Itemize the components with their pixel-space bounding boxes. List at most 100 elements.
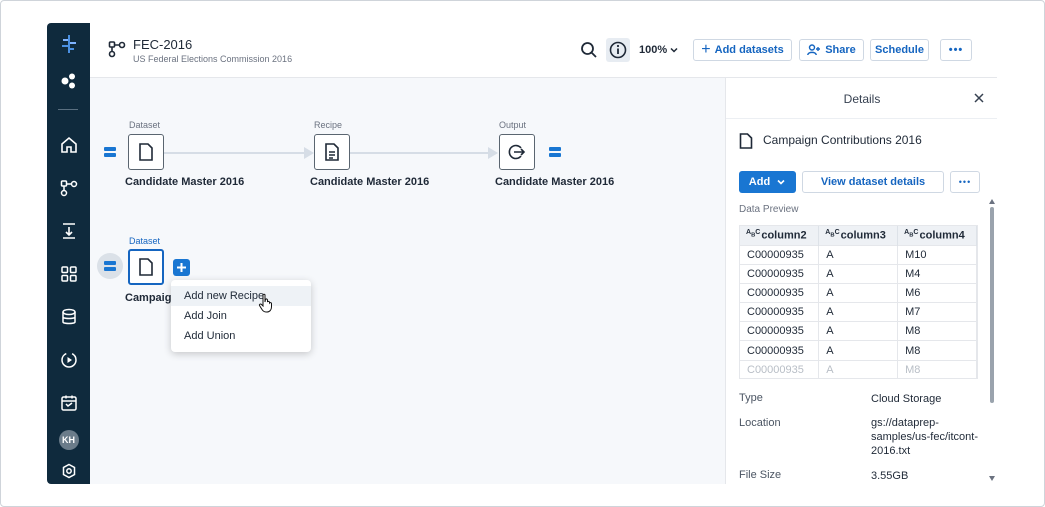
close-icon [974, 93, 984, 103]
search-button[interactable] [577, 38, 601, 62]
dataset-source-icon[interactable] [102, 144, 118, 160]
table-row[interactable]: C00000935 A M10 [740, 244, 977, 265]
table-cell: C00000935 [740, 244, 820, 265]
job-icon[interactable] [47, 216, 90, 246]
search-icon [581, 42, 597, 58]
table-row[interactable]: C00000935 A M8 [740, 359, 977, 378]
chevron-down-icon [777, 179, 785, 185]
table-row[interactable]: C00000935 A M8 [740, 340, 977, 361]
output-destination-icon[interactable] [547, 144, 563, 160]
chevron-down-icon [670, 47, 678, 53]
page-subtitle: US Federal Elections Commission 2016 [133, 54, 293, 64]
dataset-node-selected[interactable] [128, 249, 164, 285]
add-dropdown-button[interactable]: Add [739, 171, 796, 193]
table-cell: C00000935 [740, 282, 820, 303]
table-cell: M8 [897, 359, 977, 378]
menu-item-add-join[interactable]: Add Join [171, 306, 311, 326]
home-icon[interactable] [47, 130, 90, 160]
dataset-node[interactable] [128, 134, 164, 170]
meta-key-filesize: File Size [739, 469, 782, 481]
table-cell: M10 [897, 244, 977, 265]
close-panel-button[interactable] [971, 90, 987, 106]
string-type-icon: ABC [746, 228, 761, 239]
table-row[interactable]: C00000935 A M8 [740, 321, 977, 341]
plus-icon: + [701, 41, 711, 58]
table-cell: A [818, 244, 899, 265]
node-name: Candidate Master 2016 [495, 176, 615, 188]
menu-item-add-union[interactable]: Add Union [171, 326, 311, 346]
table-row[interactable]: C00000935 A M7 [740, 302, 977, 322]
table-cell: A [818, 321, 899, 341]
output-icon [508, 144, 526, 160]
column-header[interactable]: ABCcolumn2 [740, 226, 820, 245]
node-type-label: Dataset [129, 120, 161, 130]
zoom-value: 100% [639, 44, 668, 56]
add-person-icon [807, 44, 821, 56]
view-dataset-details-button[interactable]: View dataset details [802, 171, 944, 193]
table-cell: M7 [897, 302, 977, 322]
table-row[interactable]: C00000935 A M6 [740, 282, 977, 303]
scroll-up-icon [989, 199, 995, 204]
plus-icon [177, 263, 186, 272]
data-preview-label: Data Preview [739, 204, 799, 215]
info-icon [609, 41, 627, 59]
add-datasets-button[interactable]: + Add datasets [693, 39, 792, 61]
dataprep-logo-icon[interactable] [47, 29, 90, 59]
scroll-down-icon [989, 476, 995, 481]
more-options-button[interactable]: ••• [940, 39, 972, 61]
user-avatar[interactable]: KH [47, 425, 90, 455]
table-cell: M4 [897, 263, 977, 284]
output-node[interactable] [499, 134, 535, 170]
file-icon [139, 258, 153, 276]
meta-value-location: gs://dataprep-samples/us-fec/itcont-2016… [871, 417, 978, 457]
column-header[interactable]: ABCcolumn4 [897, 226, 977, 245]
details-panel: Details Campaign Contributions 2016 Add … [725, 78, 997, 484]
table-cell: A [818, 263, 899, 284]
apps-icon[interactable] [47, 66, 90, 96]
data-preview-table[interactable]: ABCcolumn2 ABCcolumn3 ABCcolumn4 C000009… [739, 225, 978, 379]
flow-header: FEC-2016 US Federal Elections Commission… [90, 23, 997, 78]
recipe-icon [325, 143, 339, 161]
calendar-icon[interactable] [47, 388, 90, 418]
menu-item-add-recipe[interactable]: Add new Recipe [171, 286, 311, 306]
context-menu: Add new Recipe Add Join Add Union [171, 280, 311, 352]
add-label: Add [748, 176, 771, 188]
table-cell: M8 [897, 340, 977, 361]
zoom-dropdown[interactable]: 100% [639, 44, 679, 56]
dataset-source-icon[interactable] [97, 253, 123, 279]
add-datasets-label: Add datasets [714, 44, 784, 56]
database-icon[interactable] [47, 302, 90, 332]
hand-cursor-icon [258, 293, 272, 313]
table-cell: A [818, 282, 899, 303]
settings-icon[interactable] [47, 456, 90, 486]
add-step-button[interactable] [173, 259, 190, 276]
schedule-button[interactable]: Schedule [870, 39, 929, 61]
table-cell: C00000935 [740, 302, 820, 322]
more-icon: ••• [958, 177, 972, 187]
grid-icon[interactable] [47, 259, 90, 289]
table-cell: C00000935 [740, 340, 820, 361]
recipe-node[interactable] [314, 134, 350, 170]
flow-icon[interactable] [47, 173, 90, 203]
play-circle-icon[interactable] [47, 345, 90, 375]
table-row[interactable]: C00000935 A M4 [740, 263, 977, 284]
table-cell: A [818, 340, 899, 361]
file-icon [739, 133, 753, 154]
meta-value-type: Cloud Storage [871, 393, 942, 405]
more-icon: ••• [948, 44, 964, 56]
node-name: Candidate Master 2016 [310, 176, 430, 188]
arrow-right-icon [304, 147, 314, 159]
more-options-button[interactable]: ••• [950, 171, 980, 193]
table-cell: A [818, 302, 899, 322]
avatar-initials: KH [58, 430, 79, 450]
node-name: Candidate Master 2016 [125, 176, 245, 188]
meta-key-location: Location [739, 417, 781, 429]
table-cell: C00000935 [740, 263, 820, 284]
share-button[interactable]: Share [799, 39, 864, 61]
table-cell: C00000935 [740, 321, 820, 341]
details-scrollbar[interactable] [990, 207, 994, 403]
info-button[interactable] [606, 38, 630, 62]
column-header[interactable]: ABCcolumn3 [818, 226, 899, 245]
table-cell: M8 [897, 321, 977, 341]
string-type-icon: ABC [904, 228, 919, 239]
